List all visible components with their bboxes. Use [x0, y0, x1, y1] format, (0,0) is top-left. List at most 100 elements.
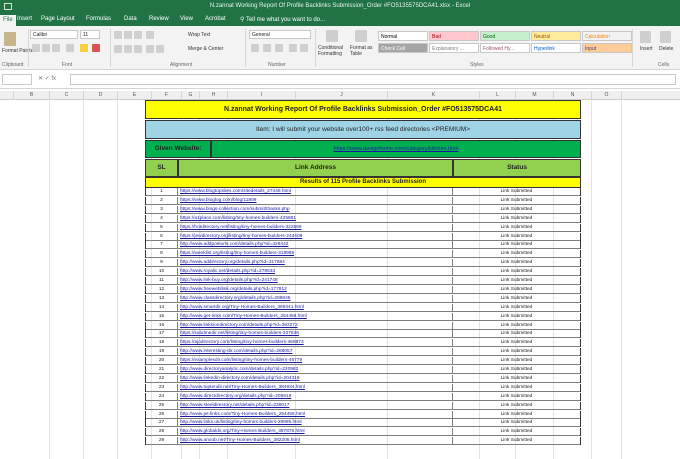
cell-style-neutral[interactable]: Neutral — [531, 31, 581, 41]
merge-center-button[interactable]: Merge & Center — [188, 46, 223, 52]
cell-status[interactable]: Link Submitted — [453, 285, 581, 294]
cell-link[interactable]: http://www.linksiondirectory.com/details… — [178, 321, 453, 330]
table-row[interactable]: 20 https://examplesdir.com/listing/tiny-h… — [145, 357, 581, 366]
table-row[interactable]: 28 http://www.globaldir.org/Tiny-Homes-Bu… — [145, 428, 581, 437]
cell-status[interactable]: Link Submitted — [453, 214, 581, 223]
cell-status[interactable]: Link Submitted — [453, 437, 581, 446]
select-all-corner[interactable] — [0, 91, 14, 100]
cell-link[interactable]: https://ajodirectory.com/listing/tiny-ho… — [178, 339, 453, 348]
font-size-select[interactable]: 11 — [80, 30, 100, 39]
table-row[interactable]: 2 https://www.bloglog.com/blog/11809 Link … — [145, 196, 581, 205]
cell-sl[interactable]: 13 — [145, 294, 178, 303]
cell-link[interactable]: http://www.smartdir.org/Tiny-Homes-Build… — [178, 303, 453, 312]
table-row[interactable]: 13 http://www.classdirectory.org/details.… — [145, 294, 581, 303]
cell-sl[interactable]: 14 — [145, 303, 178, 312]
underline-icon[interactable] — [52, 44, 60, 52]
bold-icon[interactable] — [32, 44, 40, 52]
align-middle-icon[interactable] — [124, 31, 132, 39]
cell-status[interactable]: Link Submitted — [453, 259, 581, 268]
table-row[interactable]: 6 https://jewdirectory.org/listing/tiny-h… — [145, 232, 581, 241]
tab-page-layout[interactable]: Page Layout — [41, 16, 75, 22]
decrease-decimal-icon[interactable] — [300, 44, 308, 52]
cell-status[interactable]: Link Submitted — [453, 392, 581, 401]
cell-sl[interactable]: 20 — [145, 357, 178, 366]
cell-sl[interactable]: 4 — [145, 214, 178, 223]
delete-cells-icon[interactable] — [660, 31, 671, 43]
format-painter-button[interactable]: Format Painter — [2, 48, 35, 54]
delete-cells-button[interactable]: Delete — [659, 46, 673, 52]
tab-data[interactable]: Data — [124, 16, 137, 22]
increase-decimal-icon[interactable] — [289, 44, 297, 52]
header-status[interactable]: Status — [453, 159, 581, 177]
font-name-select[interactable]: Calibri — [30, 30, 78, 39]
column-header-i[interactable]: I — [228, 91, 296, 100]
header-sl[interactable]: SL — [145, 159, 178, 177]
tab-view[interactable]: View — [180, 16, 193, 22]
formula-input[interactable] — [70, 74, 676, 85]
table-row[interactable]: 9 http://www.addirectory.org/details.php?… — [145, 259, 581, 268]
cell-status[interactable]: Link Submitted — [453, 303, 581, 312]
cell-link[interactable]: http://www.directdirectory.org/details.p… — [178, 392, 453, 401]
cell-status[interactable]: Link Submitted — [453, 428, 581, 437]
cell-sl[interactable]: 2 — [145, 196, 178, 205]
align-left-icon[interactable] — [114, 45, 122, 53]
table-row[interactable]: 25 http://www.steeldirectory.net/details.… — [145, 401, 581, 410]
cell-link[interactable]: http://www.classdirectory.org/details.ph… — [178, 294, 453, 303]
column-header-h[interactable]: H — [200, 91, 228, 100]
cell-sl[interactable]: 11 — [145, 277, 178, 285]
paste-icon[interactable] — [4, 32, 16, 46]
column-header-g[interactable]: G — [182, 91, 200, 100]
cell-status[interactable]: Link Submitted — [453, 339, 581, 348]
column-header-m[interactable]: M — [516, 91, 554, 100]
column-header-b[interactable]: B — [14, 91, 50, 100]
report-item[interactable]: Item: I will submit your website over100… — [145, 120, 581, 139]
cell-link[interactable]: https://a1place.com/listing/tiny-homes-b… — [178, 214, 453, 223]
cell-link[interactable]: https://www.blogtopsites.com/sitedetails… — [178, 188, 453, 196]
column-header-k[interactable]: K — [388, 91, 480, 100]
cell-sl[interactable]: 28 — [145, 428, 178, 437]
cell-link[interactable]: http://www.addposturls.com/details.php?i… — [178, 241, 453, 250]
comma-style-icon[interactable] — [275, 44, 283, 52]
cell-link[interactable]: http://www.get-links.com/Tiny-Homes-Buil… — [178, 312, 453, 321]
column-header-f[interactable]: F — [152, 91, 182, 100]
cell-sl[interactable]: 18 — [145, 339, 178, 348]
table-row[interactable]: 18 https://ajodirectory.com/listing/tiny-… — [145, 339, 581, 348]
cell-link[interactable]: http://www.globaldir.org/Tiny-Homes-Buil… — [178, 428, 453, 437]
cell-link[interactable]: https://weeklist.org/listing/tiny-homes-… — [178, 250, 453, 259]
percent-icon[interactable] — [263, 44, 271, 52]
format-as-table-icon[interactable] — [355, 30, 367, 42]
cell-sl[interactable]: 27 — [145, 419, 178, 428]
cell-sl[interactable]: 17 — [145, 330, 178, 339]
table-row[interactable]: 26 http://www.jet-links.com/Tiny-Homes-Bu… — [145, 410, 581, 419]
conditional-formatting-button[interactable]: Conditional Formatting — [318, 45, 348, 57]
format-as-table-button[interactable]: Format as Table — [350, 45, 376, 57]
cell-link[interactable]: http://www.links.uk/listing/tiny-homes-b… — [178, 419, 453, 428]
cell-link[interactable]: http://www.anoob.net/Tiny-Homes-Builders… — [178, 437, 453, 446]
cell-sl[interactable]: 25 — [145, 401, 178, 410]
cell-sl[interactable]: 23 — [145, 383, 178, 392]
cell-sl[interactable]: 10 — [145, 268, 178, 277]
cell-status[interactable]: Link Submitted — [453, 366, 581, 374]
given-website-label[interactable]: Given Website: — [145, 140, 211, 158]
cell-style-followed-hy[interactable]: Followed Hy... — [480, 43, 530, 53]
cell-status[interactable]: Link Submitted — [453, 321, 581, 330]
table-row[interactable]: 23 http://www.toptendir.net/Tiny-Homes-Bu… — [145, 383, 581, 392]
cell-link[interactable]: http://www.freewebllink.org/details.php?… — [178, 285, 453, 294]
column-header-n[interactable]: N — [554, 91, 592, 100]
cell-sl[interactable]: 16 — [145, 321, 178, 330]
cell-status[interactable]: Link Submitted — [453, 401, 581, 410]
cell-link[interactable]: http://www.link-buy.org/details.php?id=2… — [178, 277, 453, 285]
table-row[interactable]: 3 https://www.blogs-collection.com/submit… — [145, 205, 581, 214]
cell-sl[interactable]: 22 — [145, 374, 178, 383]
tab-formulas[interactable]: Formulas — [86, 16, 111, 22]
cell-link[interactable]: https://examplesdir.com/listing/tiny-hom… — [178, 357, 453, 366]
cell-style-explanatory[interactable]: Explanatory ... — [429, 43, 479, 53]
cell-link[interactable]: https://hotdirectory.net/listing/tiny-ho… — [178, 223, 453, 232]
cell-status[interactable]: Link Submitted — [453, 277, 581, 285]
cell-sl[interactable]: 15 — [145, 312, 178, 321]
cell-status[interactable]: Link Submitted — [453, 294, 581, 303]
conditional-formatting-icon[interactable] — [326, 30, 338, 42]
cell-sl[interactable]: 29 — [145, 437, 178, 446]
cell-sl[interactable]: 3 — [145, 205, 178, 214]
cell-style-normal[interactable]: Normal — [378, 31, 428, 41]
